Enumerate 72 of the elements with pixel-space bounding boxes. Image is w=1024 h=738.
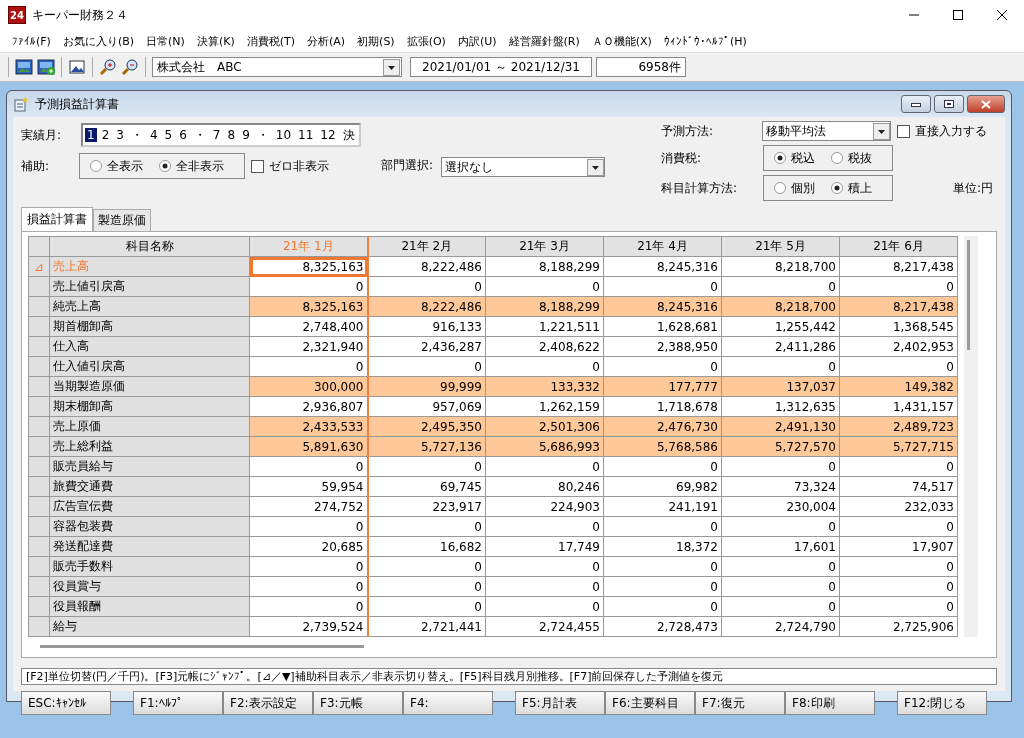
menu-item[interactable]: 分析(A): [301, 33, 352, 49]
window-title: キーパー財務２４: [32, 6, 129, 24]
column-header[interactable]: 21年 2月: [367, 236, 486, 257]
menu-item[interactable]: 経営羅針盤(R): [502, 33, 586, 49]
radio-label: 税抜: [848, 149, 872, 167]
function-key-button[interactable]: F3:元帳: [313, 691, 403, 715]
menu-item[interactable]: 決算(K): [190, 33, 241, 49]
period-field[interactable]: 2021/01/01 ～ 2021/12/31: [410, 57, 592, 77]
function-key-button[interactable]: F4:: [403, 691, 493, 715]
company-dropdown[interactable]: 株式会社 ABC: [152, 57, 402, 77]
checkbox-label: 直接入力する: [915, 122, 987, 140]
unit-label: 単位:円: [952, 179, 993, 197]
function-key-button[interactable]: ESC:ｷｬﾝｾﾙ: [21, 691, 111, 715]
menu-item[interactable]: 内訳(U): [451, 33, 503, 49]
hint-text: [F2]単位切替(円／千円)。[F3]元帳にｼﾞｬﾝﾌﾟ。[⊿／▼]補助科目表示／非表示切り替え。[F5]科目残月別推移。[F7]前回保存した予測値を復元: [26, 669, 724, 684]
tab[interactable]: 損益計算書: [21, 207, 93, 231]
function-key-button[interactable]: F2:表示設定: [223, 691, 313, 715]
column-header[interactable]: 21年 5月: [721, 236, 840, 257]
tab[interactable]: 製造原価: [93, 209, 151, 231]
function-key-button[interactable]: F12:閉じる: [897, 691, 987, 715]
field-label: 科目計算方法:: [661, 179, 739, 197]
month-item[interactable]: 11: [296, 128, 316, 142]
radio-label: 全非表示: [176, 157, 224, 175]
menu-item[interactable]: お気に入り(B): [56, 33, 141, 49]
month-item[interactable]: 1: [85, 128, 97, 142]
field-label: 予測方法:: [661, 122, 715, 140]
menu-item[interactable]: 日常(N): [140, 33, 191, 49]
month-item[interactable]: 10: [273, 128, 294, 142]
forecast-dropdown[interactable]: 移動平均法: [762, 121, 891, 141]
month-item[interactable]: 9: [240, 128, 252, 142]
column-header: 科目名称: [49, 236, 250, 257]
separator-dot: ・: [129, 126, 144, 144]
menu-item[interactable]: ＡＯ機能(X): [585, 33, 658, 49]
separator-dot: ・: [192, 126, 207, 144]
window-title: 予測損益計算書: [35, 95, 119, 113]
record-count: 6958件: [596, 57, 686, 77]
month-item[interactable]: 決: [340, 126, 357, 144]
dropdown-value: 選択なし: [445, 158, 494, 176]
field-label: 補助:: [21, 157, 51, 175]
month-item[interactable]: 4: [147, 128, 160, 142]
function-key-button[interactable]: F7:復元: [695, 691, 785, 715]
dropdown-value: 移動平均法: [766, 122, 827, 140]
radio-label: 積上: [848, 179, 872, 197]
month-item[interactable]: 5: [162, 128, 175, 142]
separator-dot: ・: [255, 126, 270, 144]
menu-item[interactable]: 初期(S): [351, 33, 401, 49]
menu-item[interactable]: ﾌｧｲﾙ(F): [6, 34, 57, 48]
menu-item[interactable]: ｳｨﾝﾄﾞｳ･ﾍﾙﾌﾟ(H): [657, 34, 753, 48]
column-header[interactable]: 21年 3月: [485, 236, 604, 257]
month-item[interactable]: 12: [318, 128, 338, 142]
function-key-button[interactable]: F1:ﾍﾙﾌﾟ: [133, 691, 223, 715]
month-item[interactable]: 8: [225, 128, 238, 142]
app-logo: 24: [8, 6, 26, 24]
month-item[interactable]: 3: [114, 128, 126, 142]
radio-label: 個別: [791, 179, 815, 197]
radio-label: 税込: [791, 149, 815, 167]
month-item[interactable]: 6: [177, 128, 189, 142]
function-key-button[interactable]: F6:主要科目: [605, 691, 695, 715]
radio-label: 全表示: [107, 157, 143, 175]
month-item[interactable]: 2: [99, 128, 112, 142]
function-key-button[interactable]: F5:月計表: [515, 691, 605, 715]
menu-item[interactable]: 消費税(T): [240, 33, 301, 49]
column-header[interactable]: 21年 4月: [603, 236, 722, 257]
field-label: 部門選択:: [381, 157, 434, 174]
department-dropdown[interactable]: 選択なし: [441, 157, 606, 177]
field-label: 消費税:: [661, 149, 703, 167]
function-key-button[interactable]: F8:印刷: [785, 691, 875, 715]
field-label: 実績月:: [21, 126, 63, 144]
checkbox-label: ゼロ非表示: [269, 157, 329, 175]
column-header[interactable]: 21年 6月: [839, 236, 958, 257]
month-item[interactable]: 7: [210, 128, 223, 142]
menu-item[interactable]: 拡張(O): [400, 33, 452, 49]
